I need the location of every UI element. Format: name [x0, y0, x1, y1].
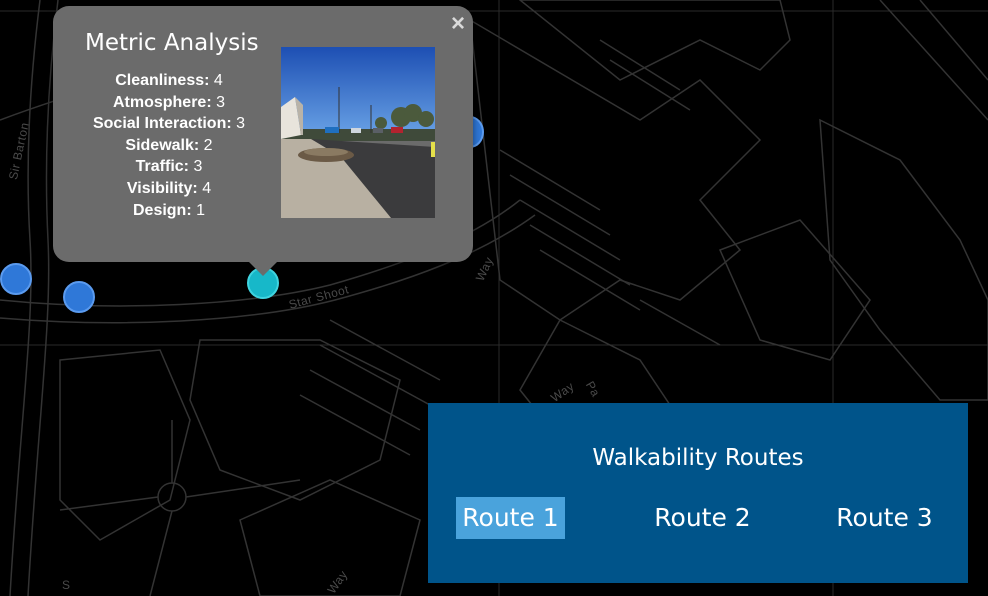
metric-value: 3 [216, 93, 226, 111]
metric-value: 3 [193, 158, 203, 176]
metric-label: Cleanliness: [115, 72, 210, 89]
walkability-routes-panel: Walkability Routes Route 1 Route 2 Route… [428, 403, 968, 583]
metrics-list: Cleanliness: 4 Atmosphere: 3 Social Inte… [67, 70, 271, 221]
route-1-button[interactable]: Route 1 [456, 497, 565, 539]
metric-row: Traffic: 3 [67, 156, 271, 178]
metric-label: Traffic: [135, 158, 189, 176]
metric-value: 1 [196, 201, 206, 219]
metric-label: Atmosphere: [112, 93, 212, 111]
map-marker[interactable] [0, 263, 32, 295]
metric-popup: × Metric Analysis Cleanliness: 4 Atmosph… [53, 6, 473, 276]
close-icon[interactable]: × [451, 10, 465, 38]
map-marker[interactable] [63, 281, 95, 313]
metric-row: Cleanliness: 4 [67, 70, 271, 92]
metric-label: Design: [132, 201, 192, 219]
metric-row: Social Interaction: 3 [67, 113, 271, 135]
metric-value: 4 [213, 72, 223, 89]
metric-value: 2 [203, 136, 213, 154]
metric-row: Atmosphere: 3 [67, 92, 271, 114]
popup-title: Metric Analysis [85, 30, 259, 56]
street-label-s: S [62, 578, 71, 592]
location-photo [281, 47, 435, 218]
metric-value: 3 [236, 115, 246, 133]
metric-label: Sidewalk: [125, 136, 200, 154]
metric-row: Sidewalk: 2 [67, 135, 271, 157]
metric-row: Design: 1 [67, 200, 271, 222]
metric-label: Social Interaction: [92, 115, 232, 133]
route-2-button[interactable]: Route 2 [648, 497, 757, 539]
metric-row: Visibility: 4 [67, 178, 271, 200]
routes-panel-title: Walkability Routes [592, 445, 804, 471]
popup-tail [249, 262, 277, 276]
route-3-button[interactable]: Route 3 [830, 497, 939, 539]
metric-label: Visibility: [126, 179, 198, 197]
metric-value: 4 [202, 179, 212, 197]
